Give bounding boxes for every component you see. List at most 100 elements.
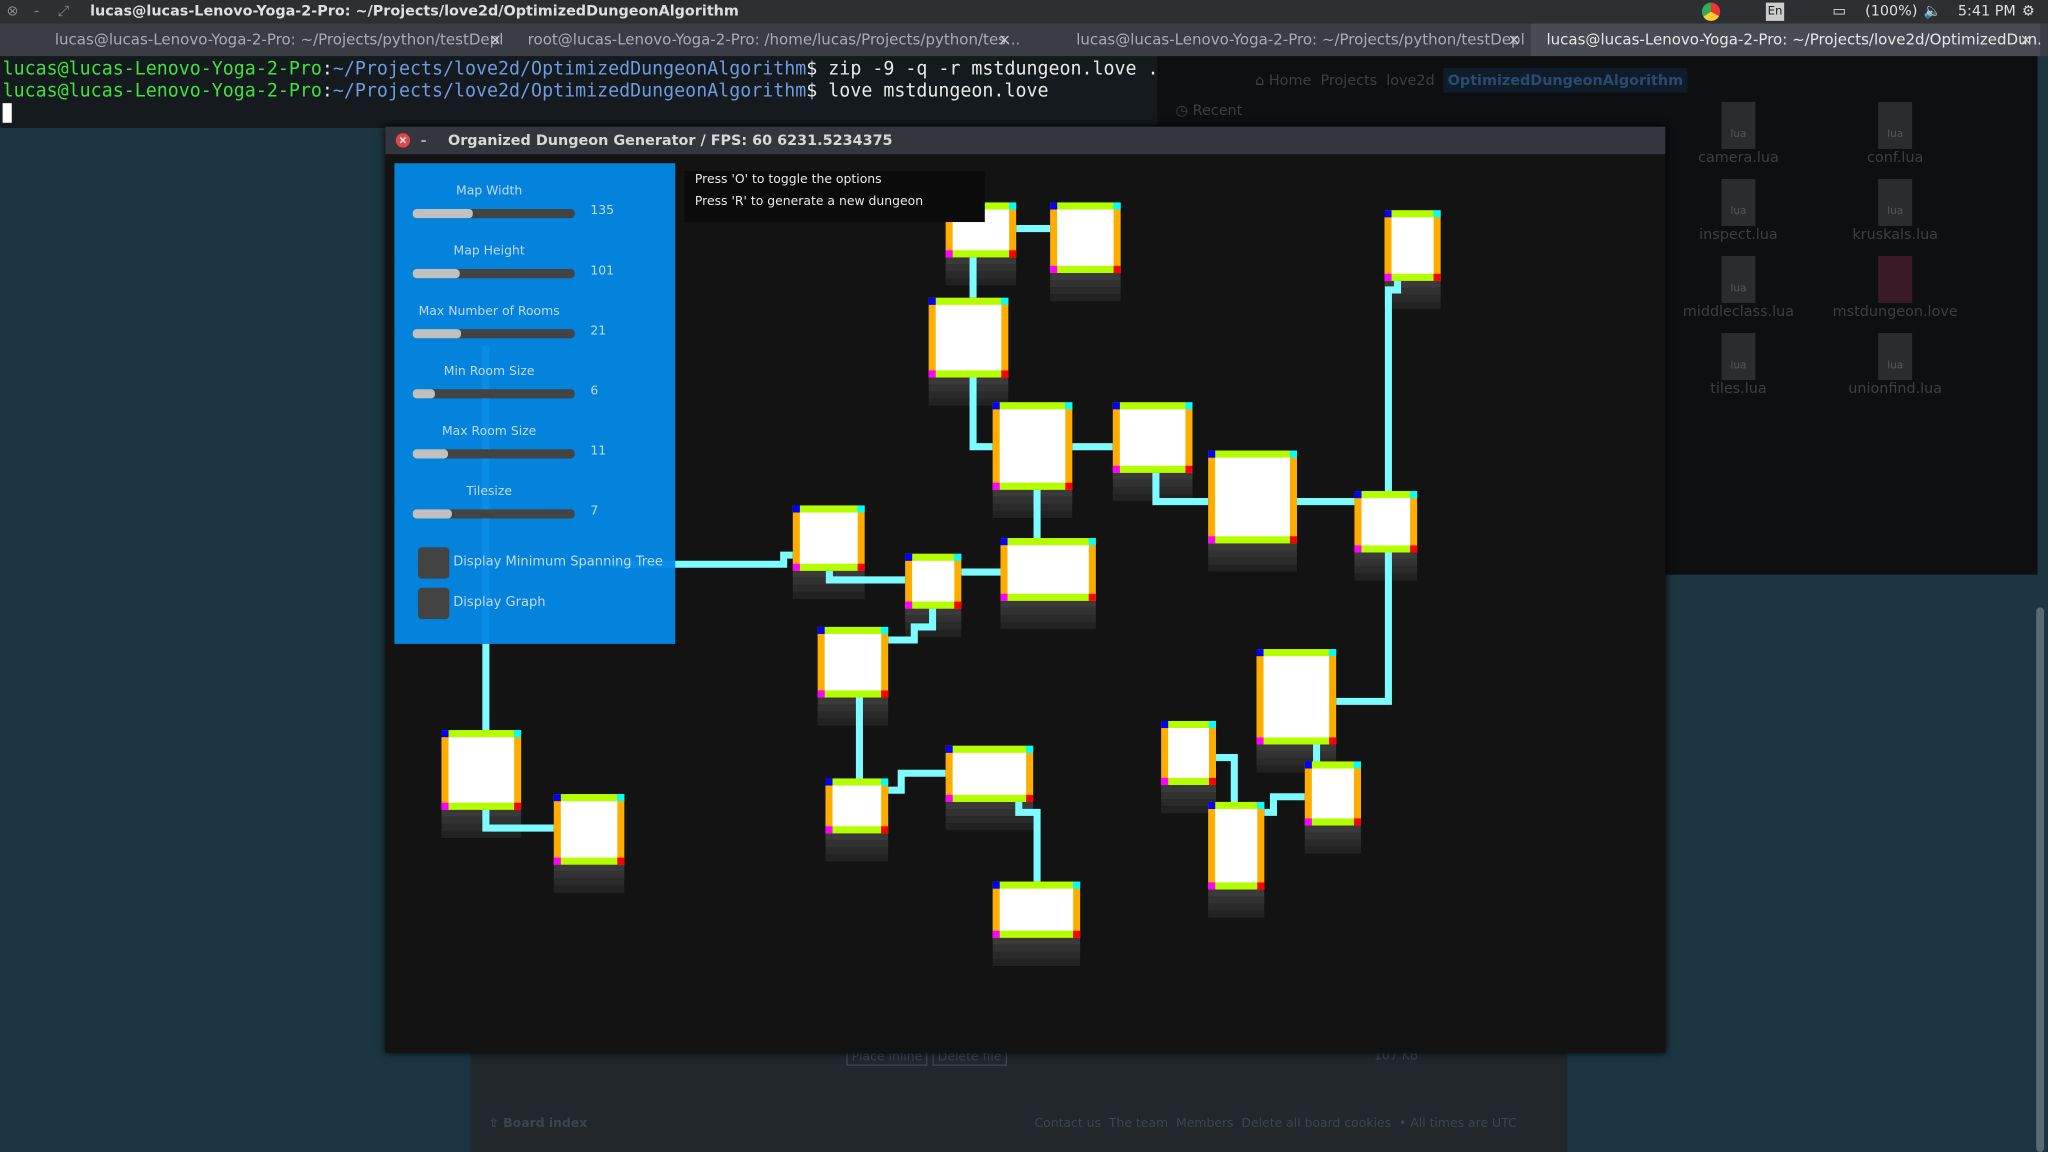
- room-floor: [1391, 217, 1434, 274]
- dungeon-map: [441, 202, 1441, 967]
- room-corner: [1433, 210, 1441, 218]
- room-floor: [952, 752, 1027, 795]
- room-shadow: [992, 496, 1073, 504]
- room-corner: [1161, 777, 1169, 785]
- room-shadow: [1208, 550, 1297, 558]
- room-corner: [945, 250, 953, 258]
- room-shadow: [992, 510, 1073, 519]
- slider-value: 101: [590, 263, 615, 279]
- room-shadow: [792, 584, 865, 592]
- corridor: [1264, 793, 1305, 816]
- room-corner: [1304, 761, 1312, 769]
- slider-2[interactable]: [412, 329, 575, 339]
- checkbox-label[interactable]: Display Minimum Spanning Tree: [453, 555, 663, 569]
- room-corner: [881, 826, 889, 834]
- room-floor: [1119, 409, 1186, 466]
- room-corner: [1073, 881, 1081, 889]
- slider-fill: [412, 389, 436, 399]
- room-floor: [560, 801, 618, 858]
- options-panel: Map Width 135 Map Height 101 Max Number of…: [394, 163, 676, 644]
- room-corner: [1161, 720, 1169, 729]
- room-corner: [928, 297, 936, 305]
- room-shadow: [825, 854, 889, 862]
- room-corner: [1433, 273, 1441, 281]
- room-corner: [945, 745, 953, 753]
- room-shadow: [945, 823, 1034, 831]
- room-corner: [881, 690, 889, 698]
- room-shadow: [441, 830, 522, 839]
- room-corner: [1088, 538, 1096, 546]
- room-corner: [857, 505, 865, 513]
- slider-4[interactable]: [412, 449, 575, 459]
- room-shadow: [553, 885, 625, 893]
- slider-label: Map Width: [456, 184, 523, 199]
- room-shadow: [1000, 607, 1096, 615]
- room-shadow: [825, 847, 889, 855]
- room-floor: [824, 633, 882, 691]
- room-corner: [617, 794, 625, 802]
- room-corner: [928, 370, 936, 378]
- room-corner: [553, 857, 561, 865]
- room-corner: [817, 690, 825, 698]
- slider-label: Map Height: [453, 244, 525, 259]
- slider-1[interactable]: [412, 269, 575, 279]
- room-shadow: [441, 816, 522, 824]
- room-corner: [857, 563, 865, 571]
- room-shadow: [817, 718, 889, 726]
- help-text: Press 'O' to toggle the options: [694, 172, 882, 187]
- checkbox-0[interactable]: [417, 547, 450, 579]
- room-corner: [1208, 882, 1216, 890]
- room-floor: [832, 785, 882, 827]
- slider-3[interactable]: [412, 389, 575, 399]
- room-corner: [1257, 801, 1265, 810]
- room-corner: [1185, 402, 1193, 410]
- game-window[interactable]: × - Organized Dungeon Generator / FPS: 6…: [385, 126, 1666, 1053]
- room-corner: [817, 626, 825, 634]
- room-shadow: [1384, 301, 1441, 310]
- room-corner: [1065, 482, 1073, 490]
- slider-label: Max Room Size: [441, 424, 537, 439]
- room-floor: [1311, 768, 1354, 819]
- room-shadow: [817, 704, 889, 712]
- room-corner: [1065, 402, 1073, 410]
- room-corner: [1026, 794, 1034, 802]
- slider-fill: [412, 509, 452, 519]
- room-shadow: [1000, 621, 1096, 630]
- room-shadow: [441, 809, 522, 817]
- room-shadow: [1256, 744, 1337, 752]
- room-floor: [912, 560, 955, 602]
- checkbox-label[interactable]: Display Graph: [453, 596, 545, 610]
- room-shadow: [1208, 889, 1265, 897]
- slider-fill: [412, 449, 449, 459]
- room-shadow: [1208, 543, 1297, 551]
- room-corner: [1113, 265, 1121, 273]
- slider-0[interactable]: [412, 208, 575, 219]
- room-corner: [1088, 593, 1096, 601]
- room-corner: [1112, 465, 1120, 473]
- room-shadow: [1208, 903, 1265, 911]
- slider-label: Tilesize: [466, 484, 513, 499]
- room-shadow: [792, 591, 865, 599]
- help-text: Press 'R' to generate a new dungeon: [694, 194, 924, 209]
- room-corner: [1384, 210, 1392, 218]
- room-floor: [1007, 545, 1089, 594]
- room-floor: [799, 512, 858, 564]
- room-shadow: [945, 816, 1034, 824]
- room-shadow: [1208, 564, 1297, 572]
- help-overlay: Press 'O' to toggle the options Press 'R…: [684, 171, 985, 223]
- room-corner: [1001, 297, 1009, 305]
- room-floor: [1168, 728, 1209, 778]
- room-corner: [1329, 649, 1337, 657]
- room-shadow: [1050, 294, 1121, 302]
- room-shadow: [1304, 839, 1361, 847]
- room-corner: [1329, 737, 1337, 745]
- room-corner: [1113, 202, 1121, 210]
- room-shadow: [1304, 846, 1361, 854]
- checkbox-1[interactable]: [417, 587, 450, 620]
- room-shadow: [928, 384, 1009, 392]
- room-corner: [1257, 882, 1265, 890]
- room-floor: [1057, 209, 1114, 266]
- slider-5[interactable]: [412, 509, 575, 519]
- room-corner: [1050, 265, 1058, 273]
- room-corner: [1410, 545, 1418, 553]
